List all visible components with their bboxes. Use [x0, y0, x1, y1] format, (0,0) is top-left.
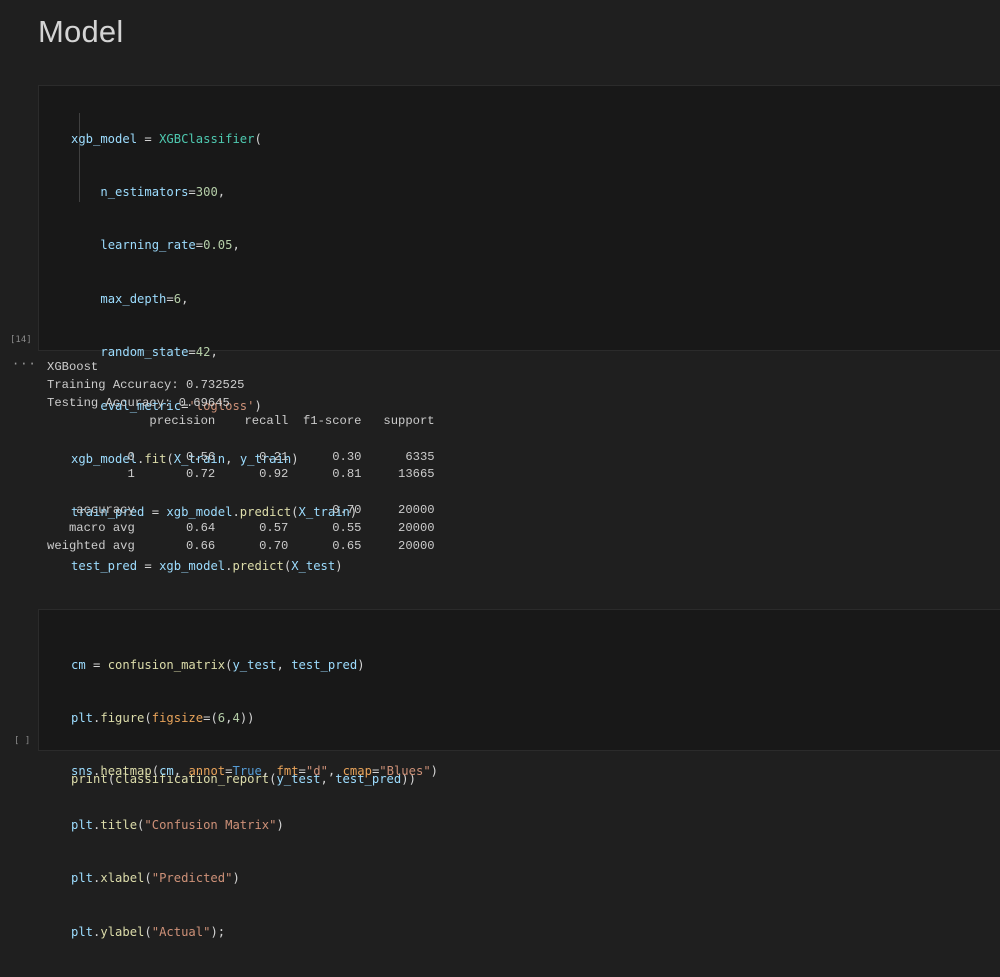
code-editor[interactable]: cm = confusion_matrix(y_test, test_pred)…	[71, 621, 438, 977]
code-line: test_pred = xgb_model.predict(X_test)	[71, 558, 343, 573]
code-cell[interactable]: xgb_model = XGBClassifier( n_estimators=…	[38, 85, 1000, 786]
code-line: plt.xlabel("Predicted")	[71, 871, 240, 886]
code-line: plt.title("Confusion Matrix")	[71, 817, 284, 832]
execution-count: [ ]	[14, 736, 31, 746]
code-line: plt.ylabel("Actual");	[71, 924, 226, 939]
code-cell[interactable]: cm = confusion_matrix(y_test, test_pred)…	[38, 609, 1000, 939]
code-line: max_depth=6,	[100, 291, 189, 306]
code-line: xgb_model = XGBClassifier(	[71, 131, 262, 146]
code-line: cm = confusion_matrix(y_test, test_pred)	[71, 657, 365, 672]
execution-count: [14]	[10, 335, 32, 345]
code-line: plt.figure(figsize=(6,4))	[71, 710, 255, 725]
cell-output: XGBoost Training Accuracy: 0.732525 Test…	[47, 360, 435, 554]
code-line: learning_rate=0.05,	[100, 238, 240, 253]
markdown-heading: Model	[38, 14, 124, 49]
code-line: sns.heatmap(cm, annot=True, fmt="d", cma…	[71, 764, 439, 779]
code-line: n_estimators=300,	[100, 184, 226, 199]
output-menu-icon[interactable]: ···	[12, 357, 37, 371]
